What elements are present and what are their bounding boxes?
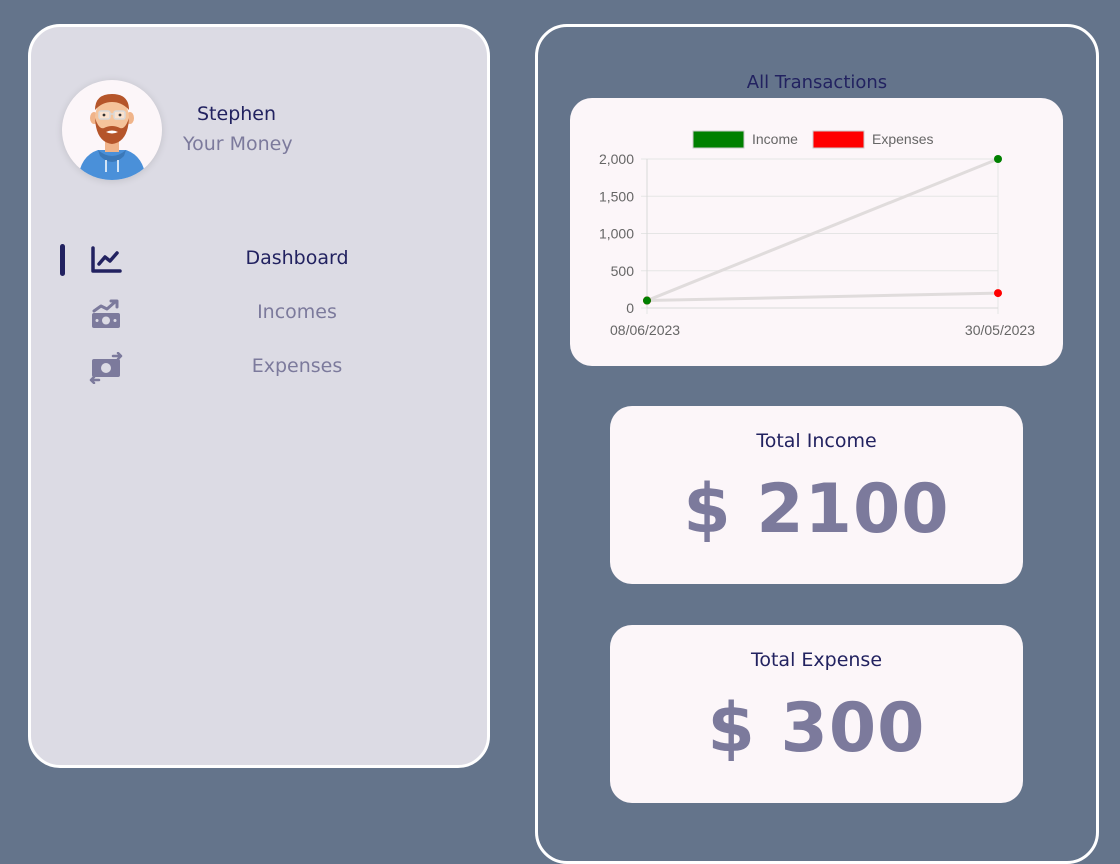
main-panel: All Transactions 0 500 1,000 1,500 2,000 08/0…	[535, 24, 1099, 864]
nav-label-incomes: Incomes	[257, 301, 337, 323]
user-name: Stephen	[197, 103, 277, 125]
legend-swatch-income	[692, 130, 745, 149]
avatar	[62, 80, 162, 180]
chart-heading: All Transactions	[746, 72, 888, 93]
total-expense-card: Total Expense $ 300	[610, 625, 1023, 803]
total-income-value: $ 2100	[683, 470, 950, 549]
total-income-card: Total Income $ 2100	[610, 406, 1023, 584]
active-indicator	[60, 244, 65, 276]
total-expense-title: Total Expense	[750, 649, 883, 671]
y-tick-label: 1,000	[599, 226, 634, 242]
total-expense-value: $ 300	[707, 689, 926, 768]
nav-item-dashboard[interactable]: Dashboard	[31, 237, 487, 283]
data-point-income	[643, 296, 651, 305]
legend-label-income: Income	[752, 131, 798, 147]
line-chart-icon	[89, 244, 123, 276]
transactions-chart: 0 500 1,000 1,500 2,000 08/06/2023 30/05/2023 I…	[599, 130, 1035, 338]
user-subtitle: Your Money	[183, 133, 293, 155]
transactions-chart-card: 0 500 1,000 1,500 2,000 08/06/2023 30/05/2023 I…	[570, 98, 1063, 366]
nav-item-expenses[interactable]: Expenses	[31, 345, 487, 391]
legend-label-expenses: Expenses	[872, 131, 933, 147]
data-point-expenses	[994, 289, 1002, 298]
nav-label-dashboard: Dashboard	[245, 247, 349, 269]
x-tick-label: 30/05/2023	[965, 322, 1035, 338]
series-line-income	[646, 157, 999, 302]
sidebar: Stephen Your Money Dashboard Incomes Exp…	[28, 24, 490, 768]
y-tick-label: 1,500	[599, 188, 634, 204]
money-bill-transfer-icon	[89, 351, 123, 385]
total-income-title: Total Income	[756, 430, 877, 452]
money-bill-trend-icon	[89, 298, 123, 330]
legend-swatch-expenses	[812, 130, 865, 149]
x-tick-label: 08/06/2023	[610, 322, 680, 338]
y-tick-label: 0	[626, 300, 634, 316]
series-line-expenses	[646, 291, 999, 303]
y-tick-label: 500	[611, 263, 635, 279]
nav-label-expenses: Expenses	[251, 355, 343, 377]
y-tick-label: 2,000	[599, 151, 634, 167]
data-point-income	[994, 155, 1002, 163]
avatar-illustration	[78, 94, 146, 180]
nav-item-incomes[interactable]: Incomes	[31, 291, 487, 337]
